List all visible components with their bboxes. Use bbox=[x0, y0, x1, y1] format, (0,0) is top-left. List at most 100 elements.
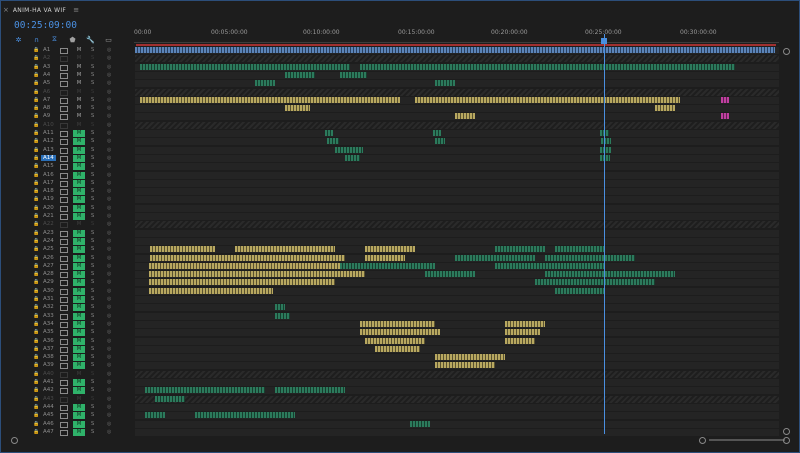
sync-lock-icon[interactable] bbox=[60, 322, 68, 328]
track-lane-a11[interactable] bbox=[135, 130, 779, 137]
solo-button[interactable]: S bbox=[91, 371, 94, 377]
track-name[interactable]: A5 bbox=[43, 80, 50, 86]
voiceover-icon[interactable]: ◎ bbox=[107, 362, 111, 368]
track-name[interactable]: A12 bbox=[43, 138, 54, 144]
lock-icon[interactable]: 🔒 bbox=[33, 321, 39, 327]
audio-clip[interactable] bbox=[335, 147, 363, 153]
audio-clip[interactable] bbox=[555, 288, 605, 294]
mute-button[interactable]: M bbox=[73, 196, 85, 203]
solo-button[interactable]: S bbox=[91, 172, 94, 178]
lock-icon[interactable]: 🔒 bbox=[33, 230, 39, 236]
mute-button[interactable]: M bbox=[73, 130, 85, 137]
track-lane-a36[interactable] bbox=[135, 338, 779, 345]
sync-lock-icon[interactable] bbox=[60, 422, 68, 428]
lock-icon[interactable]: 🔒 bbox=[33, 213, 39, 219]
voiceover-icon[interactable]: ◎ bbox=[107, 155, 111, 161]
zoom-handle-left[interactable] bbox=[699, 437, 706, 444]
voiceover-icon[interactable]: ◎ bbox=[107, 263, 111, 269]
solo-button[interactable]: S bbox=[91, 304, 94, 310]
track-name[interactable]: A18 bbox=[43, 188, 54, 194]
voiceover-icon[interactable]: ◎ bbox=[107, 230, 111, 236]
track-header-a44[interactable]: 🔒 A44 M S ◎ bbox=[1, 404, 134, 411]
audio-clip[interactable] bbox=[505, 329, 540, 335]
audio-clip[interactable] bbox=[235, 246, 335, 252]
lock-icon[interactable]: 🔒 bbox=[33, 155, 39, 161]
track-lane-a15[interactable] bbox=[135, 163, 779, 170]
track-name[interactable]: A24 bbox=[43, 238, 54, 244]
track-name[interactable]: A6 bbox=[43, 89, 50, 95]
track-header-a16[interactable]: 🔒 A16 M S ◎ bbox=[1, 172, 134, 179]
sync-lock-icon[interactable] bbox=[60, 181, 68, 187]
track-lane-a19[interactable] bbox=[135, 196, 779, 203]
track-name[interactable]: A21 bbox=[43, 213, 54, 219]
track-lane-a1[interactable] bbox=[135, 47, 779, 54]
track-header-a12[interactable]: 🔒 A12 M S ◎ bbox=[1, 138, 134, 145]
audio-clip[interactable] bbox=[721, 113, 729, 119]
track-lane-a24[interactable] bbox=[135, 238, 779, 245]
audio-clip[interactable] bbox=[285, 72, 315, 78]
audio-clip[interactable] bbox=[360, 321, 435, 327]
sync-lock-icon[interactable] bbox=[60, 397, 68, 403]
track-lane-a26[interactable] bbox=[135, 255, 779, 262]
mute-button[interactable]: M bbox=[73, 113, 85, 120]
track-name[interactable]: A45 bbox=[43, 412, 54, 418]
track-name[interactable]: A40 bbox=[43, 371, 54, 377]
scroll-thumb[interactable] bbox=[709, 439, 785, 441]
track-lane-a35[interactable] bbox=[135, 329, 779, 336]
sync-lock-icon[interactable] bbox=[60, 148, 68, 154]
voiceover-icon[interactable]: ◎ bbox=[107, 89, 111, 95]
track-name[interactable]: A41 bbox=[43, 379, 54, 385]
track-lane-a27[interactable] bbox=[135, 263, 779, 270]
track-lane-a34[interactable] bbox=[135, 321, 779, 328]
lock-icon[interactable]: 🔒 bbox=[33, 163, 39, 169]
track-name[interactable]: A13 bbox=[43, 147, 54, 153]
audio-clip[interactable] bbox=[435, 362, 495, 368]
track-name[interactable]: A29 bbox=[43, 279, 54, 285]
track-lane-a14[interactable] bbox=[135, 155, 779, 162]
voiceover-icon[interactable]: ◎ bbox=[107, 338, 111, 344]
voiceover-icon[interactable]: ◎ bbox=[107, 122, 111, 128]
vertical-scrollbar[interactable] bbox=[783, 48, 793, 436]
track-header-a42[interactable]: 🔒 A42 M S ◎ bbox=[1, 387, 134, 394]
track-header-a32[interactable]: 🔒 A32 M S ◎ bbox=[1, 304, 134, 311]
solo-button[interactable]: S bbox=[91, 255, 94, 261]
track-header-a30[interactable]: 🔒 A30 M S ◎ bbox=[1, 288, 134, 295]
audio-clip[interactable] bbox=[195, 412, 295, 418]
track-name[interactable]: A11 bbox=[43, 130, 54, 136]
lock-icon[interactable]: 🔒 bbox=[33, 404, 39, 410]
sync-lock-icon[interactable] bbox=[60, 363, 68, 369]
linked-selection-icon[interactable]: ∩ bbox=[32, 35, 41, 44]
track-header-a13[interactable]: 🔒 A13 M S ◎ bbox=[1, 147, 134, 154]
mute-button[interactable]: M bbox=[73, 163, 85, 170]
track-header-a33[interactable]: 🔒 A33 M S ◎ bbox=[1, 313, 134, 320]
voiceover-icon[interactable]: ◎ bbox=[107, 64, 111, 70]
track-lane-a40[interactable] bbox=[135, 371, 779, 378]
track-name[interactable]: A34 bbox=[43, 321, 54, 327]
track-name[interactable]: A26 bbox=[43, 255, 54, 261]
sync-lock-icon[interactable] bbox=[60, 305, 68, 311]
audio-clip[interactable] bbox=[600, 147, 611, 153]
track-lane-a47[interactable] bbox=[135, 429, 779, 436]
lock-icon[interactable]: 🔒 bbox=[33, 64, 39, 70]
lock-icon[interactable]: 🔒 bbox=[33, 396, 39, 402]
mute-button[interactable]: M bbox=[73, 321, 85, 328]
sync-lock-icon[interactable] bbox=[60, 330, 68, 336]
sync-lock-icon[interactable] bbox=[60, 56, 68, 62]
track-name[interactable]: A42 bbox=[43, 387, 54, 393]
voiceover-icon[interactable]: ◎ bbox=[107, 47, 111, 53]
sync-lock-icon[interactable] bbox=[60, 156, 68, 162]
mute-button[interactable]: M bbox=[73, 346, 85, 353]
track-header-a17[interactable]: 🔒 A17 M S ◎ bbox=[1, 180, 134, 187]
audio-clip[interactable] bbox=[721, 97, 729, 103]
lock-icon[interactable]: 🔒 bbox=[33, 379, 39, 385]
lock-icon[interactable]: 🔒 bbox=[33, 138, 39, 144]
lock-icon[interactable]: 🔒 bbox=[33, 72, 39, 78]
audio-clip[interactable] bbox=[365, 246, 415, 252]
track-header-a2[interactable]: 🔒 A2 M S ◎ bbox=[1, 55, 134, 62]
solo-button[interactable]: S bbox=[91, 329, 94, 335]
lock-icon[interactable]: 🔒 bbox=[33, 55, 39, 61]
mute-button[interactable]: M bbox=[73, 404, 85, 411]
track-name[interactable]: A27 bbox=[43, 263, 54, 269]
audio-clip[interactable] bbox=[285, 105, 310, 111]
track-name[interactable]: A3 bbox=[43, 64, 50, 70]
